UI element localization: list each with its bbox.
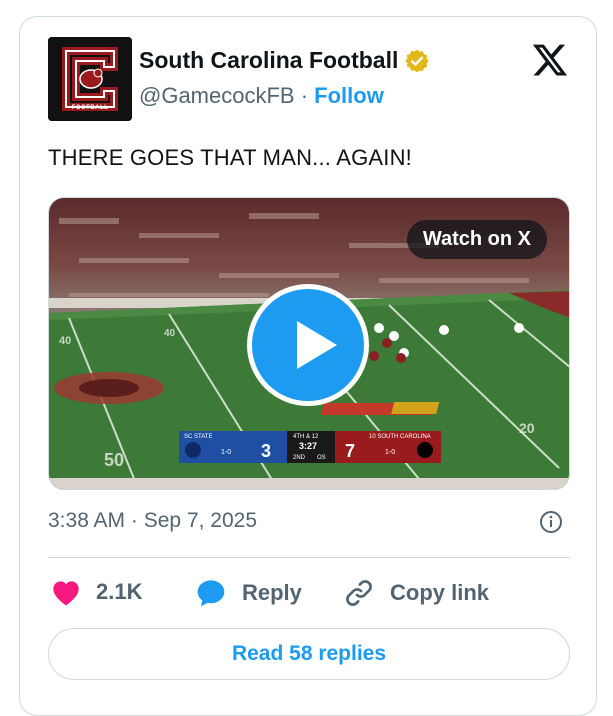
- author-handle[interactable]: @GamecockFB: [139, 83, 295, 108]
- copy-link-label: Copy link: [390, 580, 490, 605]
- scoreboard: SC STATE 1-0 3 4TH & 12 3:27 2ND OS 10 S…: [179, 431, 441, 463]
- reply-button[interactable]: Reply: [194, 577, 302, 609]
- home-score: 7: [345, 441, 355, 461]
- like-count: 2.1K: [96, 579, 143, 604]
- tweet-time: 3:38 AM: [48, 509, 126, 532]
- tweet-text: THERE GOES THAT MAN... AGAIN!: [48, 145, 412, 170]
- reply-icon: [197, 580, 225, 607]
- copy-link-button[interactable]: Copy link: [342, 577, 489, 609]
- reply-label: Reply: [242, 580, 302, 605]
- timeouts: OS: [317, 455, 326, 461]
- away-record: 1-0: [221, 449, 231, 456]
- link-icon: [346, 580, 372, 606]
- watch-on-x-button[interactable]: Watch on X: [406, 220, 547, 259]
- field-number: 50: [104, 450, 124, 470]
- follow-button[interactable]: Follow: [314, 83, 384, 108]
- avatar[interactable]: FOOTBALL: [48, 37, 132, 121]
- quarter: 2ND: [293, 455, 306, 461]
- author-handle-row: @GamecockFB · Follow: [139, 83, 384, 109]
- video-player[interactable]: 50 40 20 40 SC STATE 1-0 3 4TH & 12 3:27…: [48, 197, 570, 490]
- game-clock: 3:27: [299, 441, 317, 451]
- field-number: 20: [519, 420, 535, 436]
- home-record: 1-0: [385, 449, 395, 456]
- read-replies-button[interactable]: Read 58 replies: [48, 628, 570, 680]
- divider: [48, 557, 570, 558]
- home-team: 10 SOUTH CAROLINA: [369, 434, 431, 440]
- author-name-row: South Carolina Football: [139, 47, 430, 74]
- handle-separator: ·: [300, 83, 309, 108]
- x-logo-icon[interactable]: [531, 41, 569, 79]
- like-button[interactable]: 2.1K: [50, 577, 142, 607]
- author-name[interactable]: South Carolina Football: [139, 47, 398, 74]
- field-number: 40: [59, 335, 71, 347]
- away-team: SC STATE: [184, 434, 212, 440]
- down-distance: 4TH & 12: [293, 434, 319, 440]
- verified-badge-icon: [405, 49, 430, 72]
- tweet-timestamp[interactable]: 3:38 AM · Sep 7, 2025: [48, 509, 257, 533]
- tweet-date: Sep 7, 2025: [143, 509, 258, 532]
- heart-icon: [53, 581, 79, 606]
- avatar-label: FOOTBALL: [71, 105, 109, 111]
- field-number: 40: [164, 328, 176, 339]
- play-icon[interactable]: [247, 284, 369, 406]
- tweet-card: FOOTBALL South Carolina Football @Gameco…: [19, 16, 597, 716]
- info-icon[interactable]: [539, 510, 563, 534]
- timestamp-separator: ·: [130, 509, 138, 532]
- action-bar: 2.1K Reply Copy link: [48, 577, 570, 611]
- away-score: 3: [261, 441, 271, 461]
